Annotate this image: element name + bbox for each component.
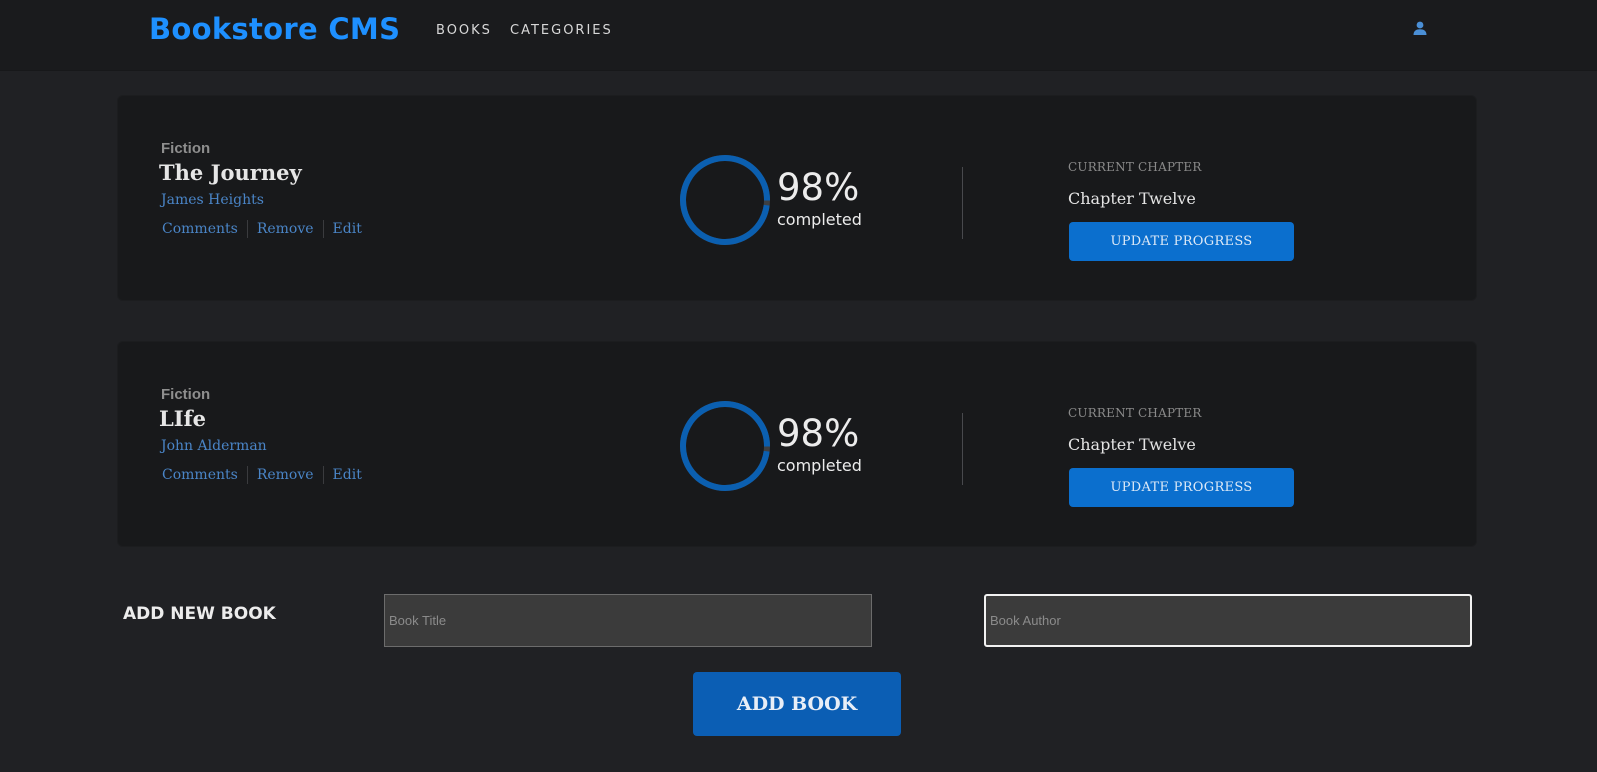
progress-ring-fill	[680, 401, 770, 491]
progress-status: completed	[777, 210, 862, 229]
add-book-button[interactable]: ADD BOOK	[693, 672, 901, 736]
current-chapter: Chapter Twelve	[1068, 189, 1196, 208]
current-chapter-label: CURRENT CHAPTER	[1068, 406, 1202, 420]
card-divider	[962, 413, 963, 485]
book-author[interactable]: James Heights	[161, 192, 264, 208]
user-button[interactable]	[1407, 15, 1433, 41]
progress-percent: 98%	[777, 412, 860, 455]
progress-percent: 98%	[777, 166, 860, 209]
progress-ring	[680, 401, 770, 491]
book-actions: Comments Remove Edit	[162, 466, 362, 484]
edit-button[interactable]: Edit	[333, 221, 362, 237]
book-title: LIfe	[159, 406, 206, 431]
action-divider	[322, 220, 324, 238]
remove-button[interactable]: Remove	[257, 221, 314, 237]
comments-button[interactable]: Comments	[162, 221, 238, 237]
card-divider	[962, 167, 963, 239]
book-title-input[interactable]	[384, 594, 872, 647]
book-card: Fiction The Journey James Heights Commen…	[117, 95, 1477, 301]
book-actions: Comments Remove Edit	[162, 220, 362, 238]
progress-ring-fill	[680, 155, 770, 245]
remove-button[interactable]: Remove	[257, 467, 314, 483]
book-category: Fiction	[161, 140, 211, 157]
user-icon	[1413, 21, 1427, 35]
edit-button[interactable]: Edit	[333, 467, 362, 483]
progress-ring	[680, 155, 770, 245]
current-chapter: Chapter Twelve	[1068, 435, 1196, 454]
current-chapter-label: CURRENT CHAPTER	[1068, 160, 1202, 174]
book-category: Fiction	[161, 386, 211, 403]
book-author-input[interactable]	[984, 594, 1472, 647]
navbar: Bookstore CMS BOOKS CATEGORIES	[0, 0, 1597, 71]
action-divider	[246, 220, 248, 238]
nav-categories[interactable]: CATEGORIES	[510, 23, 613, 38]
nav-books[interactable]: BOOKS	[436, 23, 492, 38]
book-card: Fiction LIfe John Alderman Comments Remo…	[117, 341, 1477, 547]
update-progress-button[interactable]: UPDATE PROGRESS	[1069, 468, 1294, 507]
action-divider	[322, 466, 324, 484]
action-divider	[246, 466, 248, 484]
update-progress-button[interactable]: UPDATE PROGRESS	[1069, 222, 1294, 261]
book-title: The Journey	[159, 160, 302, 185]
brand-logo[interactable]: Bookstore CMS	[149, 12, 400, 46]
add-book-heading: ADD NEW BOOK	[123, 604, 276, 624]
book-author[interactable]: John Alderman	[161, 438, 267, 454]
comments-button[interactable]: Comments	[162, 467, 238, 483]
progress-status: completed	[777, 456, 862, 475]
